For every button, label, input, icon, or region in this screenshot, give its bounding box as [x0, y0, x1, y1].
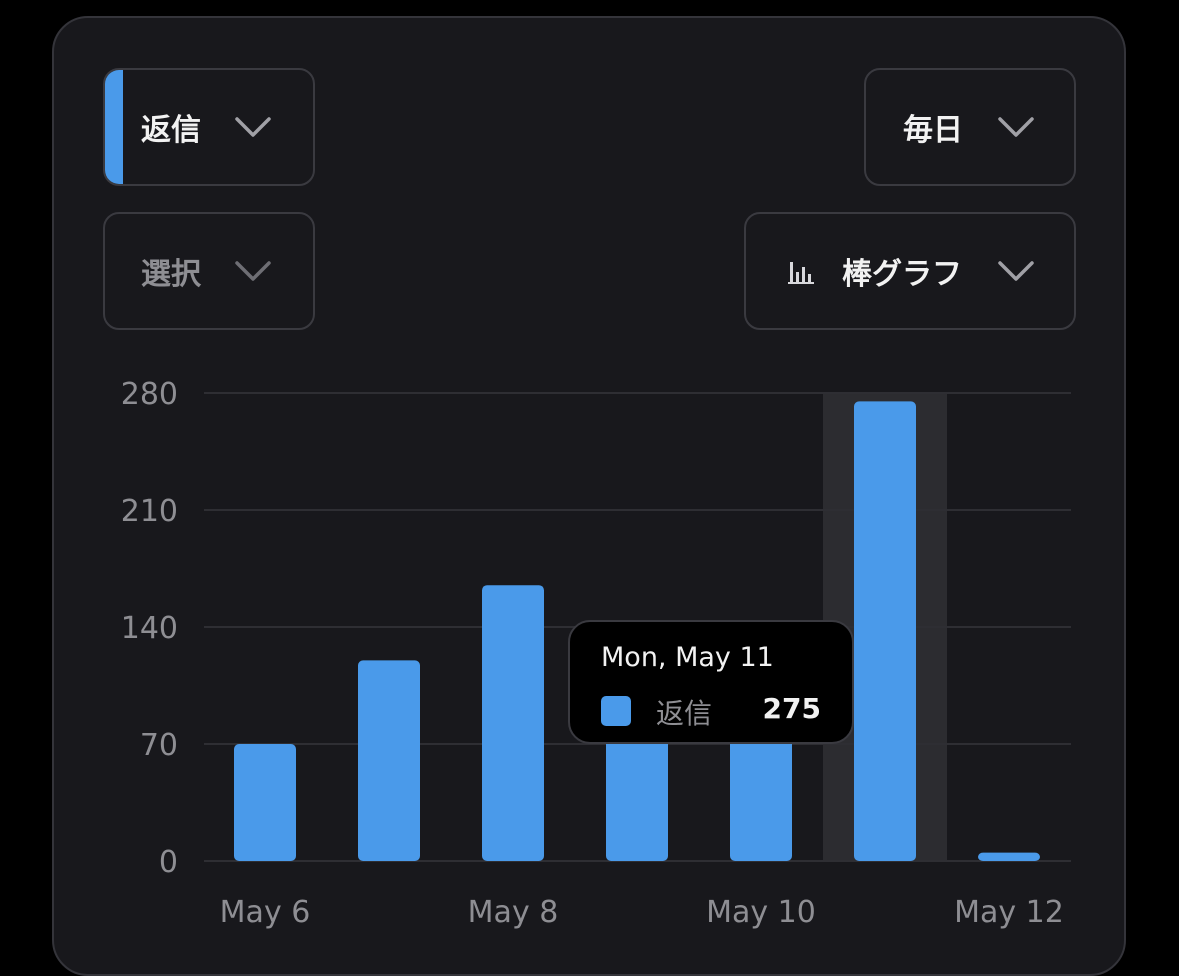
- tooltip-series-swatch: [601, 696, 631, 726]
- x-tick-label: May 10: [706, 895, 816, 930]
- y-tick-label: 280: [121, 377, 178, 412]
- x-tick-label: May 8: [468, 895, 559, 930]
- y-tick-label: 0: [159, 845, 178, 880]
- x-tick-label: May 12: [954, 895, 1064, 930]
- bar: [482, 585, 544, 861]
- chart-tooltip: Mon, May 11 返信 275: [568, 620, 854, 744]
- bar: [978, 852, 1040, 861]
- y-tick-label: 140: [121, 611, 178, 646]
- y-tick-label: 210: [121, 494, 178, 529]
- tooltip-value: 275: [762, 692, 821, 725]
- bar: [358, 660, 420, 861]
- y-tick-label: 70: [140, 728, 178, 763]
- x-tick-label: May 6: [220, 895, 311, 930]
- tooltip-date: Mon, May 11: [601, 642, 774, 673]
- bar: [234, 744, 296, 861]
- tooltip-series-name: 返信: [656, 697, 713, 730]
- bar-chart: 0 70 140 210 280 May 6 May 8 May 10 May 12: [121, 377, 1071, 930]
- bar: [854, 401, 916, 861]
